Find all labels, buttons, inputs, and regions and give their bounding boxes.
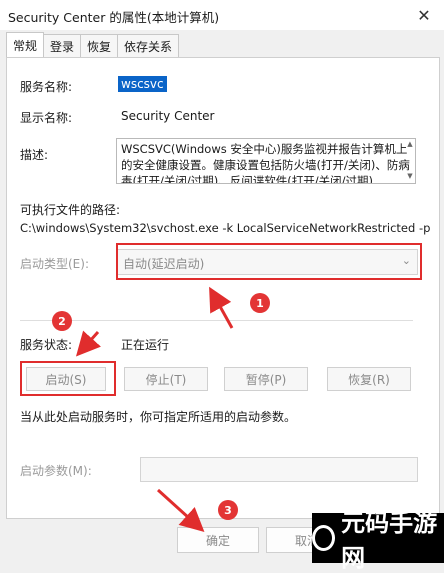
tab-general[interactable]: 常规 [6,32,45,57]
exe-path-label: 可执行文件的路径: [20,203,121,217]
exe-path-value: C:\windows\System32\svchost.exe -k Local… [20,221,431,235]
watermark-logo: 元码手游网 [312,509,444,572]
description-box[interactable]: WSCSVC(Windows 安全中心)服务监视并报告计算机上的安全健康设置。健… [116,138,416,184]
hint-text: 当从此处启动服务时，你可指定所适用的启动参数。 [20,410,297,424]
tab-strip: 常规 登录 恢复 依存关系 [6,32,180,58]
service-status-value: 正在运行 [121,338,170,352]
service-status-label: 服务状态: [20,338,73,352]
watermark-icon [312,525,336,551]
title-bar: Security Center 的属性(本地计算机) ✕ [0,0,444,30]
annotation-badge-2: 2 [52,311,72,331]
scroll-down-icon[interactable]: ▼ [405,172,415,180]
tab-logon[interactable]: 登录 [43,34,82,57]
service-name-value[interactable]: wscsvc [118,76,167,92]
display-name-label: 显示名称: [20,111,73,125]
service-name-label: 服务名称: [20,80,73,94]
pause-button[interactable]: 暂停(P) [224,367,308,391]
annotation-badge-1: 1 [250,293,270,313]
display-name-value[interactable]: Security Center [121,109,214,123]
highlight-startup-type [116,243,422,280]
annotation-badge-3: 3 [218,500,238,520]
highlight-start-button [20,361,116,396]
stop-button[interactable]: 停止(T) [124,367,208,391]
ok-button[interactable]: 确定 [177,527,259,553]
start-params-label: 启动参数(M): [20,464,92,478]
startup-type-label: 启动类型(E): [20,257,89,271]
tab-dependencies[interactable]: 依存关系 [117,34,180,57]
divider [20,320,413,321]
resume-button[interactable]: 恢复(R) [327,367,411,391]
start-params-input[interactable] [140,457,418,482]
general-panel [6,57,440,519]
description-label: 描述: [20,148,49,162]
scroll-up-icon[interactable]: ▲ [405,140,415,148]
tab-recovery[interactable]: 恢复 [80,34,119,57]
description-text: WSCSVC(Windows 安全中心)服务监视并报告计算机上的安全健康设置。健… [121,142,410,184]
window-title: Security Center 的属性(本地计算机) [8,10,220,25]
close-icon[interactable]: ✕ [404,0,444,30]
